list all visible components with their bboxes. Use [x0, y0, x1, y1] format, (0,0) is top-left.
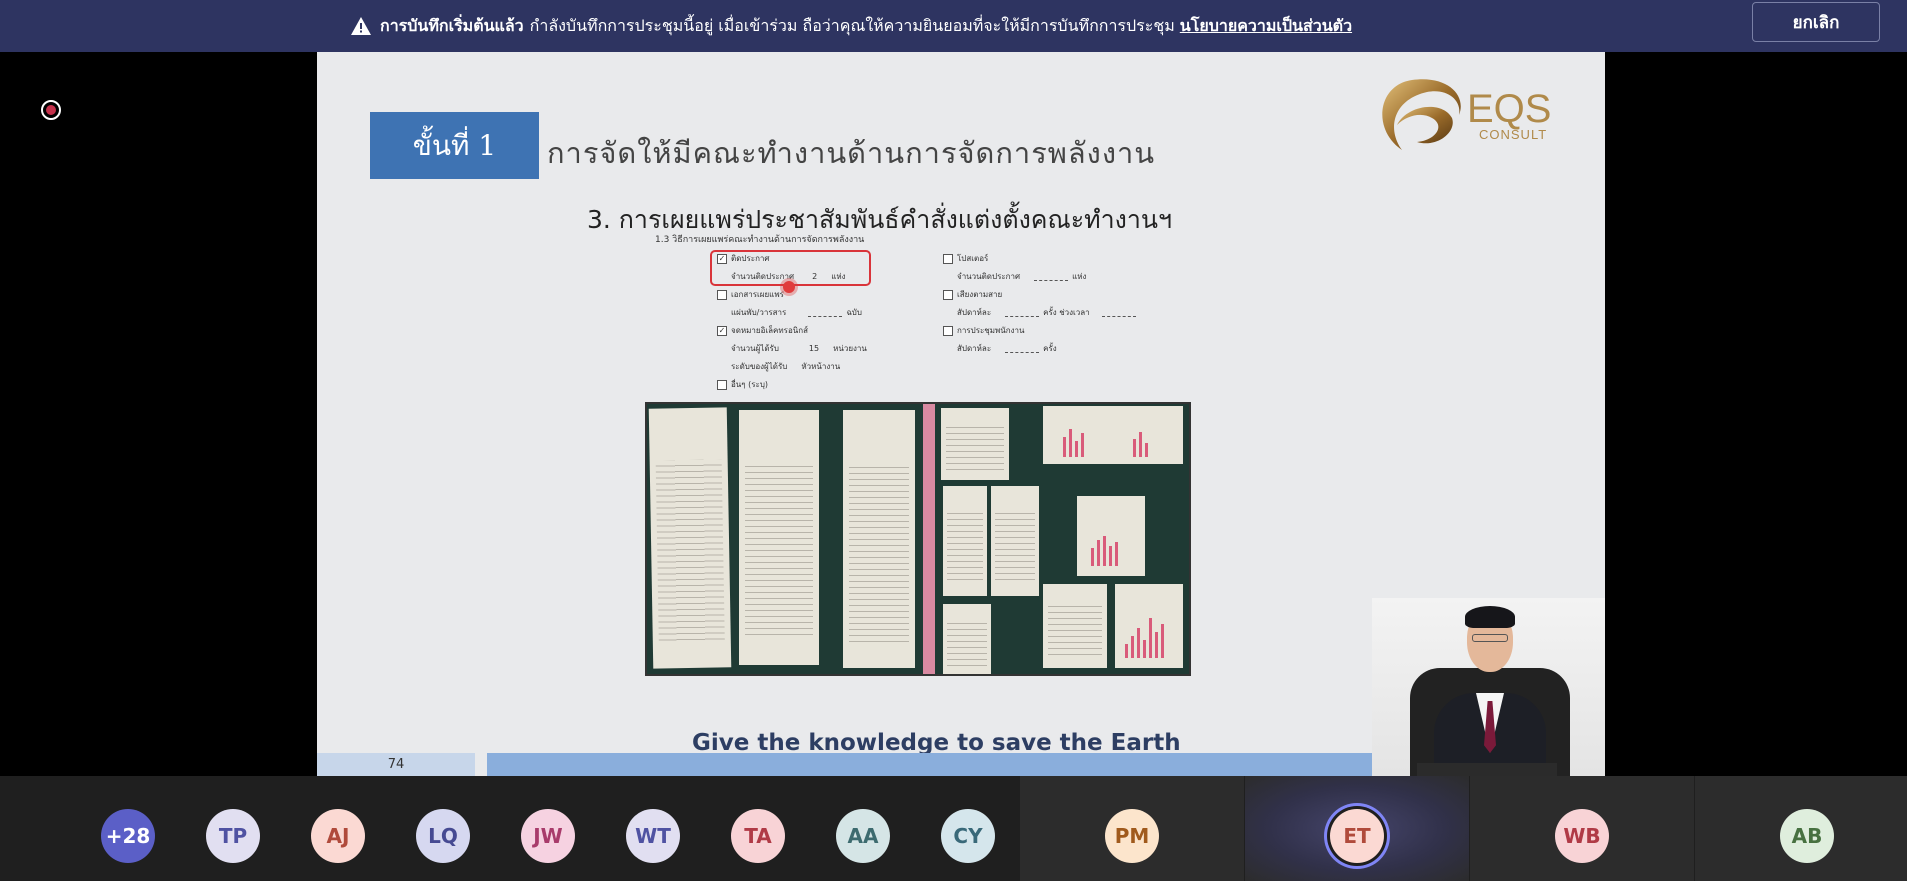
speaking-participant-avatar: ET: [1330, 809, 1384, 863]
recording-indicator-icon: [41, 100, 61, 120]
form-item: เอกสารเผยแพร่: [717, 288, 784, 301]
participant-avatar[interactable]: TP: [206, 809, 260, 863]
form-item: การประชุมพนักงาน: [943, 324, 1024, 337]
participant-avatar: PM: [1105, 809, 1159, 863]
warning-icon: [351, 17, 371, 35]
page-number: 74: [317, 753, 475, 776]
participant-avatar[interactable]: WT: [626, 809, 680, 863]
participant-avatar: WB: [1555, 809, 1609, 863]
participant-avatar[interactable]: LQ: [416, 809, 470, 863]
svg-text:EQS: EQS: [1467, 87, 1551, 131]
speaker-video[interactable]: [1372, 598, 1605, 776]
privacy-policy-link[interactable]: นโยบายความเป็นส่วนตัว: [1180, 14, 1352, 39]
participant-tile[interactable]: PM: [1020, 776, 1244, 881]
recording-banner: การบันทึกเริ่มต้นแล้ว กำลังบันทึกการประช…: [0, 0, 1907, 52]
form-item: จำนวนผู้ได้รับ 15 หน่วยงาน: [731, 344, 867, 353]
participant-avatar[interactable]: JW: [521, 809, 575, 863]
participant-avatar[interactable]: TA: [731, 809, 785, 863]
form-item: ระดับของผู้ได้รับ หัวหน้างาน: [731, 362, 841, 371]
slide-title: การจัดให้มีคณะทำงานด้านการจัดการพลังงาน: [547, 136, 1156, 170]
laser-pointer: [783, 281, 795, 293]
participant-avatar[interactable]: CY: [941, 809, 995, 863]
svg-text:CONSULT: CONSULT: [1479, 127, 1547, 142]
notice-board-photo: [645, 402, 1191, 676]
form-title: 1.3 วิธีการเผยแพร่คณะทำงานด้านการจัดการพ…: [655, 235, 865, 245]
more-participants-avatar[interactable]: +28: [101, 809, 155, 863]
participant-tile[interactable]: WB: [1470, 776, 1694, 881]
recording-started-text: การบันทึกเริ่มต้นแล้ว: [380, 15, 524, 35]
participant-avatar[interactable]: AJ: [311, 809, 365, 863]
recording-notice: การบันทึกเริ่มต้นแล้ว กำลังบันทึกการประช…: [350, 0, 1352, 52]
active-speaker-tile[interactable]: ET: [1245, 776, 1469, 881]
recording-message: กำลังบันทึกการประชุมนี้อยู่ เมื่อเข้าร่ว…: [529, 15, 1175, 35]
participant-tile[interactable]: AB: [1695, 776, 1907, 881]
form-item: โปสเตอร์: [943, 252, 988, 265]
participants-bar: +28 TP AJ LQ JW WT TA AA CY PM ET WB AB: [0, 776, 1907, 881]
form-item: อื่นๆ (ระบุ): [717, 378, 768, 391]
cancel-button[interactable]: ยกเลิก: [1752, 2, 1880, 42]
form-item: แผ่นพับ/วารสาร ฉบับ: [731, 308, 862, 317]
form-item: สัปดาห์ละ ครั้ง: [957, 344, 1057, 353]
participant-avatar[interactable]: AA: [836, 809, 890, 863]
form-item: เสียงตามสาย: [943, 288, 1002, 301]
form-item: สัปดาห์ละ ครั้ง ช่วงเวลา: [957, 306, 1136, 319]
participant-avatar: AB: [1780, 809, 1834, 863]
form-item: จำนวนติดประกาศ แห่ง: [957, 272, 1087, 281]
form-item: ✓ จดหมายอิเล็คทรอนิกส์: [717, 325, 808, 336]
eqs-consult-logo: EQS CONSULT: [1382, 79, 1551, 150]
step-label: ขั้นที่ 1: [370, 112, 539, 179]
